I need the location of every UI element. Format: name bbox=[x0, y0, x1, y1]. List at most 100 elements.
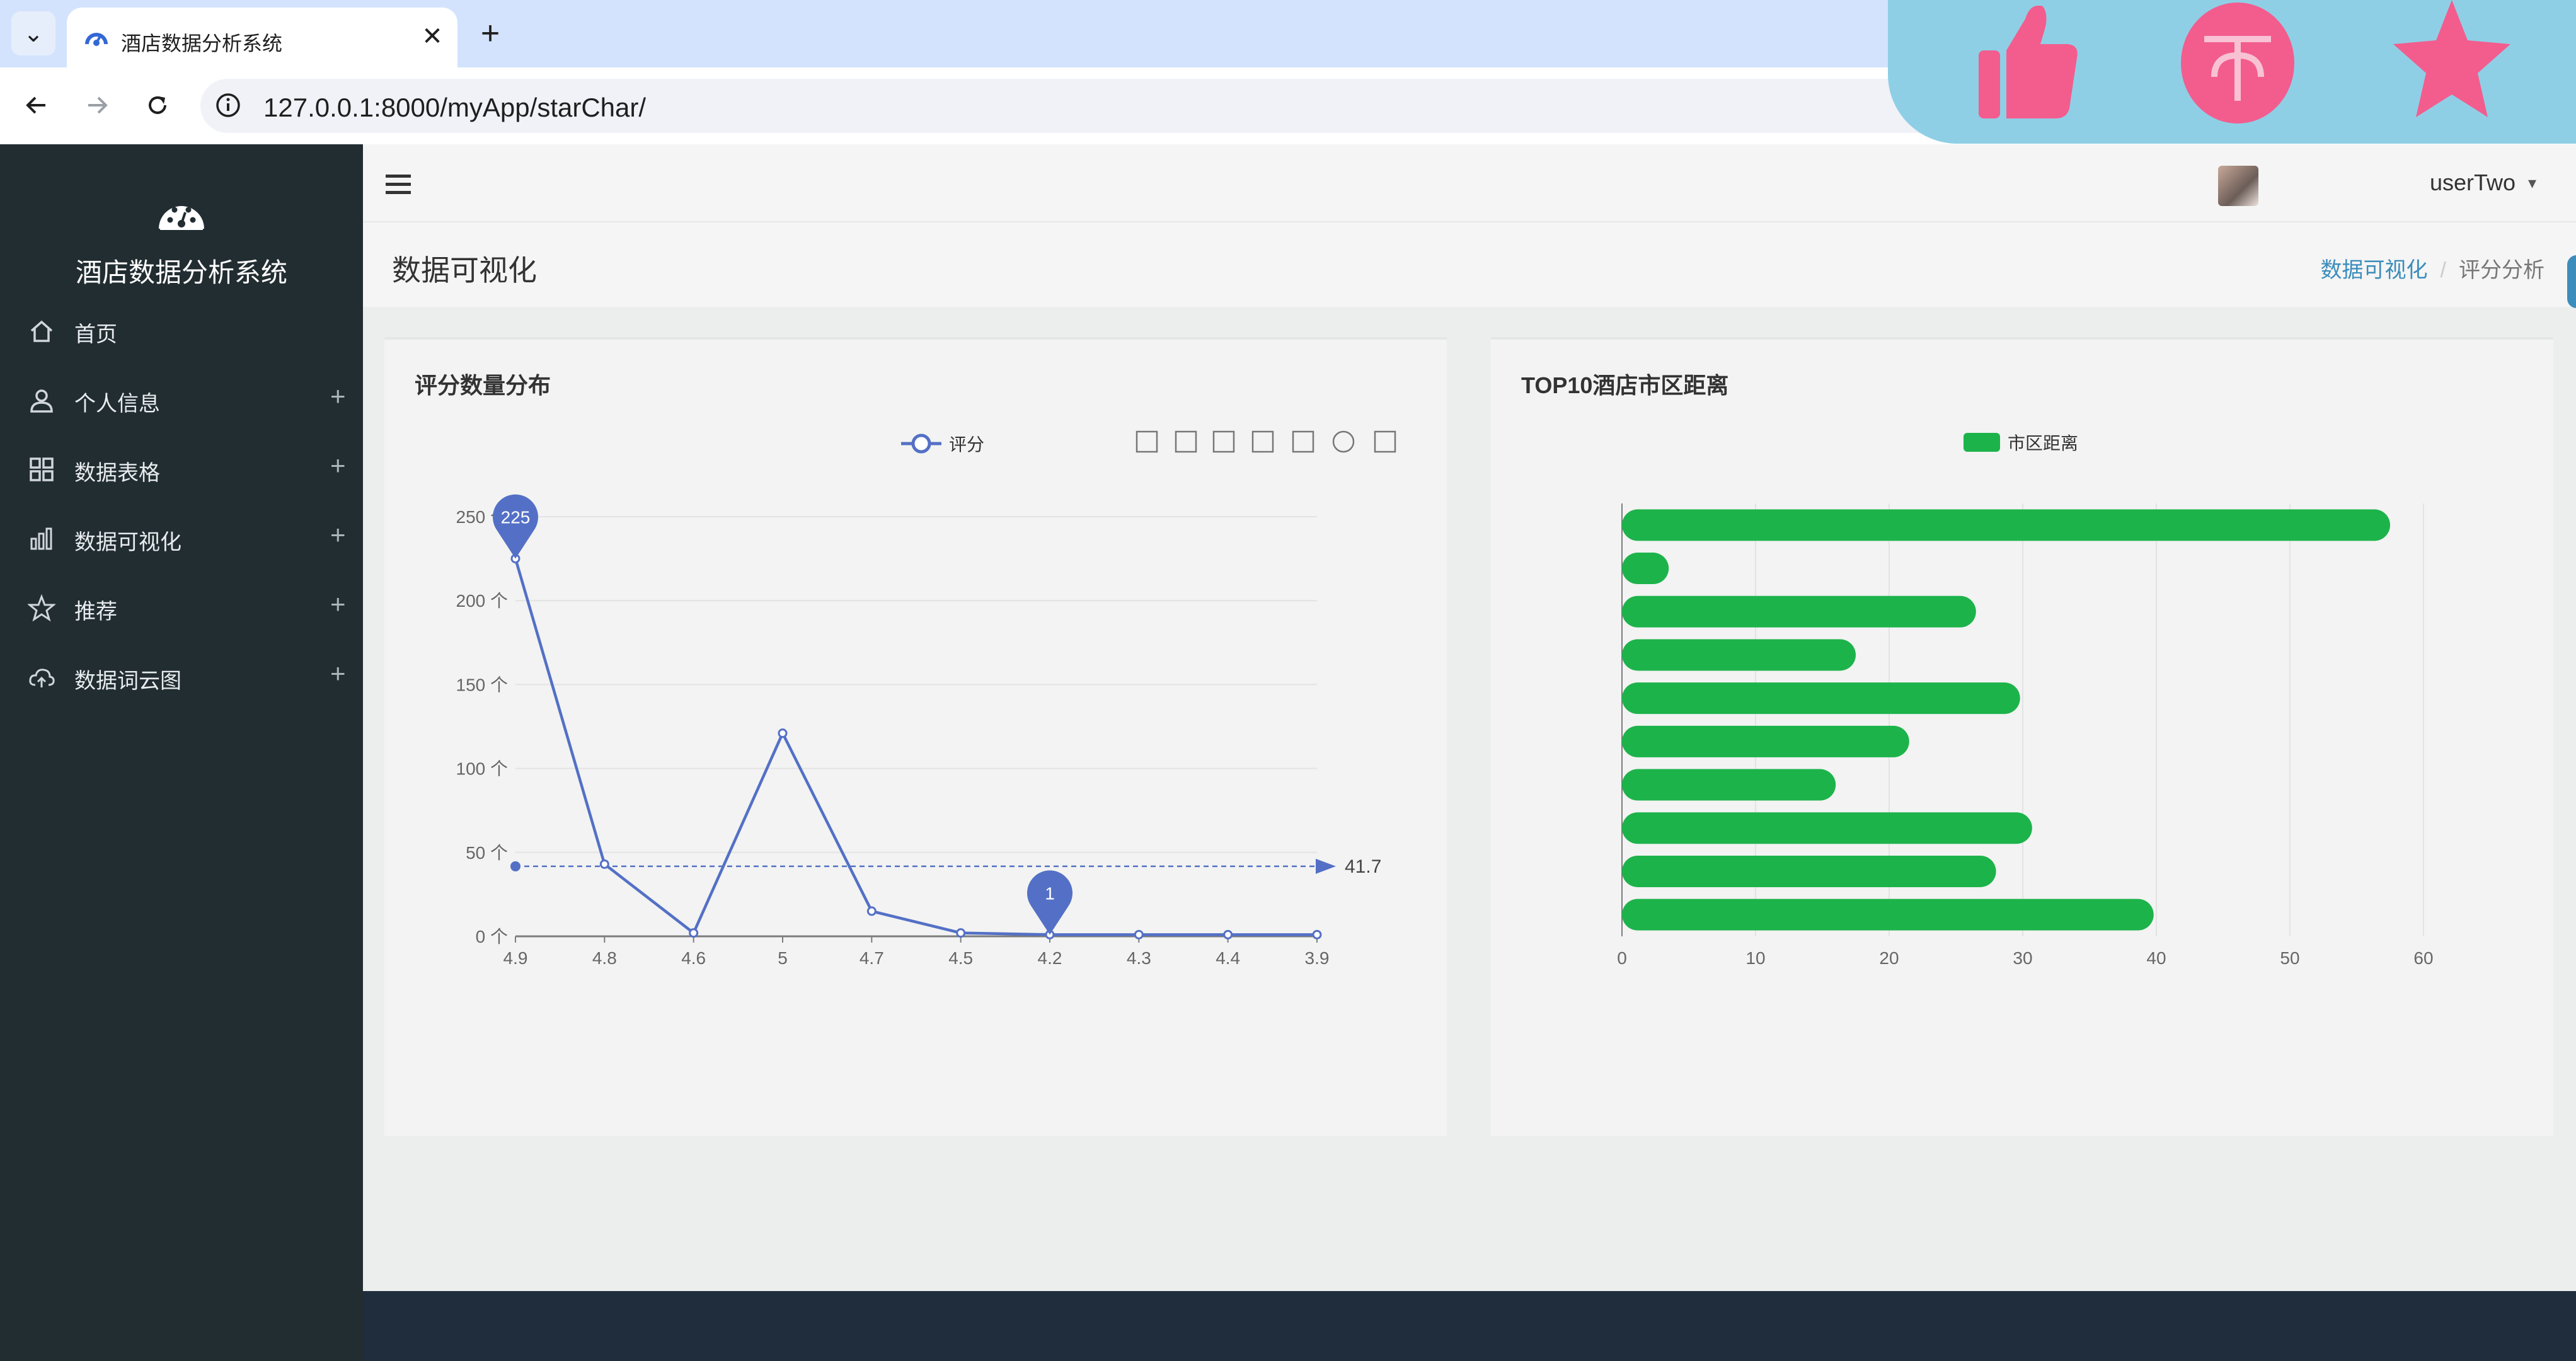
x-tick-label: 3.9 bbox=[1305, 948, 1330, 968]
hamburger-menu-icon[interactable] bbox=[384, 172, 412, 197]
y-tick-label: 200 个 bbox=[456, 591, 509, 611]
plus-icon[interactable]: + bbox=[330, 451, 346, 481]
plus-icon[interactable]: + bbox=[330, 589, 346, 619]
x-tick-label: 5 bbox=[778, 948, 788, 968]
sidebar-item-profile[interactable]: 个人信息 + bbox=[0, 367, 363, 430]
x-tick-label: 4.3 bbox=[1127, 948, 1151, 968]
sidebar-item-label: 数据可视化 bbox=[74, 531, 181, 554]
zoom-icon[interactable] bbox=[1136, 430, 1158, 453]
back-button[interactable] bbox=[18, 86, 55, 124]
star-icon bbox=[28, 594, 55, 622]
data-point bbox=[1312, 929, 1322, 939]
data-view-icon[interactable] bbox=[1212, 430, 1235, 453]
chevron-down-icon: ⌄ bbox=[23, 20, 43, 47]
favorite-star-icon[interactable] bbox=[2392, 0, 2512, 126]
tab-title: 酒店数据分析系统 bbox=[121, 32, 283, 55]
content-header: 数据可视化 数据可视化 / 评分分析 bbox=[363, 221, 2576, 307]
bar-chart-icon bbox=[30, 527, 52, 550]
browser-tab[interactable]: 酒店数据分析系统 ✕ bbox=[67, 8, 457, 67]
username[interactable]: userTwo bbox=[2430, 169, 2516, 196]
arrow-left-icon bbox=[26, 96, 45, 114]
legend-label: 市区距离 bbox=[2008, 434, 2078, 453]
bar bbox=[1622, 553, 1669, 585]
mark-line-label: 41.7 bbox=[1345, 856, 1381, 877]
page-title: 数据可视化 bbox=[392, 254, 537, 287]
bar bbox=[1622, 725, 1909, 757]
restore-icon[interactable] bbox=[1332, 430, 1355, 453]
sidebar-item-recommend[interactable]: 推荐 + bbox=[0, 575, 363, 638]
reload-icon bbox=[149, 96, 166, 114]
sidebar-item-label: 推荐 bbox=[74, 600, 117, 624]
data-point bbox=[1134, 929, 1144, 939]
plus-icon[interactable]: + bbox=[330, 381, 346, 411]
rating-line-chart: 评分0 个50 个100 个150 个200 个250 个4.9 4.8 4.6 5 4… bbox=[456, 430, 1396, 968]
sidebar-item-wordcloud[interactable]: 数据词云图 + bbox=[0, 645, 363, 708]
legend-label: 评分 bbox=[949, 435, 984, 454]
caret-down-icon[interactable]: ▾ bbox=[2528, 173, 2536, 193]
sidebar-item-label: 个人信息 bbox=[74, 392, 160, 416]
zoom-reset-icon[interactable] bbox=[1175, 430, 1197, 453]
mark-line-arrow bbox=[1316, 858, 1336, 874]
data-point bbox=[778, 728, 788, 738]
mark-point-label: 225 bbox=[501, 508, 531, 527]
bar bbox=[1622, 682, 2020, 715]
side-handle[interactable] bbox=[2567, 255, 2576, 308]
x-tick-label: 30 bbox=[2013, 948, 2032, 968]
tab-close-icon[interactable]: ✕ bbox=[415, 19, 450, 54]
breadcrumb: 数据可视化 / 评分分析 bbox=[2321, 253, 2544, 284]
grid-icon bbox=[30, 457, 54, 481]
plus-icon[interactable]: + bbox=[330, 520, 346, 550]
x-tick-label: 4.8 bbox=[592, 948, 617, 968]
dashboard-logo-icon bbox=[159, 206, 204, 230]
sidebar: 酒店数据分析系统 首页 个人信息 + 数据表格 + 数据可视化 + 推荐 + 数… bbox=[0, 144, 363, 1361]
chart-title: TOP10酒店市区距离 bbox=[1521, 372, 1729, 398]
info-icon[interactable] bbox=[214, 91, 242, 119]
breadcrumb-separator: / bbox=[2440, 258, 2446, 282]
bar bbox=[1622, 812, 2032, 844]
line-type-icon[interactable] bbox=[1251, 430, 1274, 453]
cloud-upload-icon bbox=[29, 669, 55, 687]
data-point bbox=[689, 928, 699, 938]
x-tick-label: 4.9 bbox=[503, 948, 528, 968]
x-tick-label: 4.5 bbox=[948, 948, 973, 968]
breadcrumb-link[interactable]: 数据可视化 bbox=[2321, 258, 2428, 282]
x-tick-label: 40 bbox=[2146, 948, 2166, 968]
plus-icon[interactable]: + bbox=[330, 658, 346, 689]
rating-chart-panel: 评分数量分布 评分 0 个 50 个 100 个 150 个 200 个 250 个 4.9 4… bbox=[384, 337, 1447, 1136]
reload-button[interactable] bbox=[139, 86, 176, 124]
main-content: userTwo ▾ 数据可视化 数据可视化 / 评分分析 评分数量分布 评分 0 个 5… bbox=[363, 144, 2576, 1291]
coin-icon[interactable] bbox=[2178, 0, 2297, 126]
forward-button[interactable] bbox=[78, 86, 116, 124]
mark-line-start bbox=[510, 861, 520, 871]
y-tick-label: 100 个 bbox=[456, 759, 509, 779]
sidebar-item-label: 数据表格 bbox=[74, 461, 160, 485]
data-point bbox=[1223, 929, 1233, 939]
distance-bar-chart: 市区距离 0 10 20 30 40 50 60 bbox=[1617, 433, 2434, 968]
data-point bbox=[956, 928, 966, 938]
x-tick-label: 60 bbox=[2413, 948, 2433, 968]
x-tick-label: 4.6 bbox=[681, 948, 706, 968]
sidebar-item-data-table[interactable]: 数据表格 + bbox=[0, 437, 363, 500]
bar bbox=[1622, 899, 2154, 931]
bar bbox=[1622, 639, 1856, 671]
y-tick-label: 50 个 bbox=[466, 843, 508, 863]
thumbs-up-icon[interactable] bbox=[1970, 0, 2083, 126]
legend-swatch bbox=[1964, 433, 2000, 452]
tab-search-button[interactable]: ⌄ bbox=[11, 11, 55, 55]
reaction-bar bbox=[1888, 0, 2576, 144]
new-tab-button[interactable]: + bbox=[471, 11, 509, 55]
home-icon bbox=[30, 320, 53, 342]
sidebar-item-visualization[interactable]: 数据可视化 + bbox=[0, 506, 363, 569]
sidebar-item-label: 数据词云图 bbox=[74, 669, 181, 693]
arrow-right-icon bbox=[88, 96, 108, 114]
avatar[interactable] bbox=[2218, 166, 2258, 206]
x-tick-label: 50 bbox=[2280, 948, 2299, 968]
sidebar-brand: 酒店数据分析系统 bbox=[75, 258, 287, 287]
data-point bbox=[599, 859, 609, 869]
save-image-icon[interactable] bbox=[1374, 430, 1396, 453]
x-tick-label: 10 bbox=[1745, 948, 1765, 968]
bar bbox=[1622, 769, 1836, 801]
bar-type-icon[interactable] bbox=[1292, 430, 1314, 453]
bar bbox=[1622, 855, 1996, 887]
sidebar-item-home[interactable]: 首页 bbox=[0, 298, 363, 361]
